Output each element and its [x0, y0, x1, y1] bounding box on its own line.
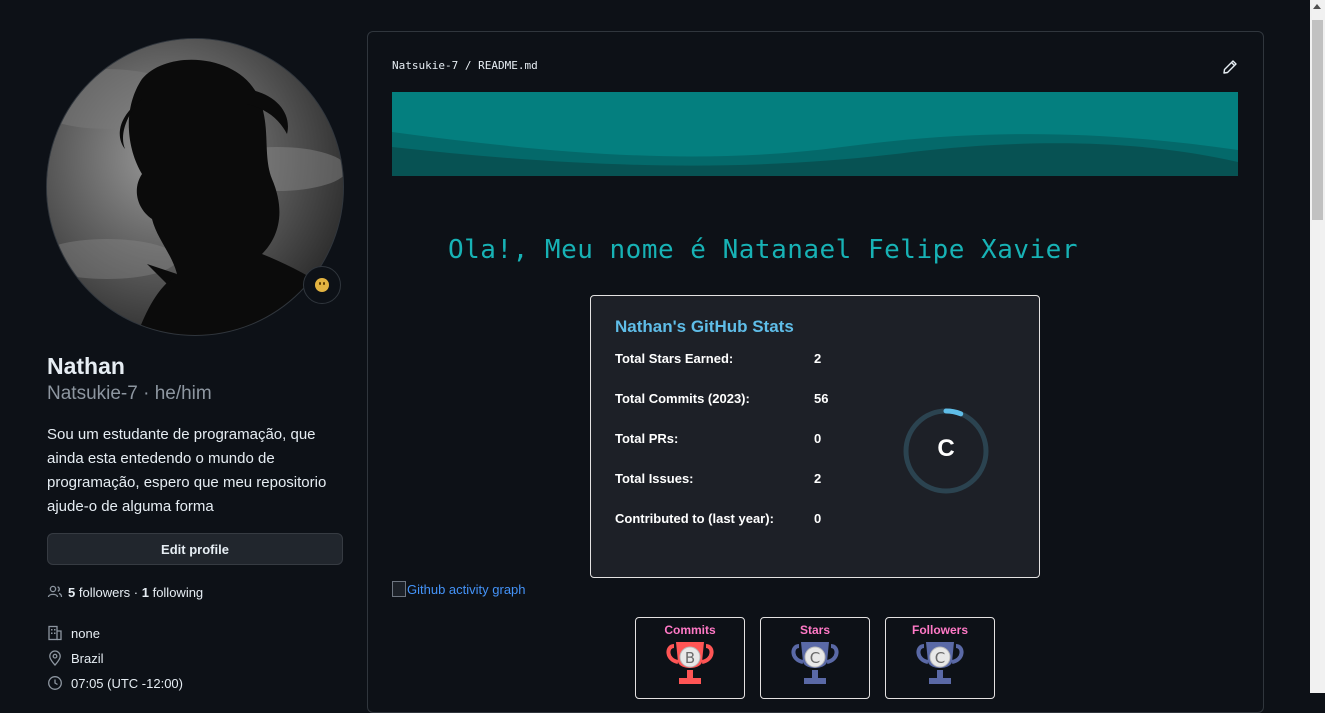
- localtime-row: 07:05 (UTC -12:00): [47, 675, 183, 691]
- stat-value: 2: [814, 471, 822, 486]
- page-scrollbar[interactable]: [1310, 0, 1325, 693]
- scroll-up-arrow-icon[interactable]: [1313, 4, 1321, 9]
- smiley-icon: [315, 278, 329, 292]
- activity-graph-image[interactable]: Github activity graph: [392, 581, 526, 597]
- trophy-label: Stars: [799, 623, 831, 637]
- edit-profile-button[interactable]: Edit profile: [47, 533, 343, 565]
- stat-label: Total PRs:: [615, 431, 679, 446]
- clock-icon: [48, 676, 62, 690]
- localtime-text: 07:05 (UTC -12:00): [71, 675, 183, 691]
- profile-name: Nathan: [47, 353, 125, 379]
- company-row: none: [47, 625, 100, 641]
- readme-card: Natsukie-7 / README.md Ola!, Meu nome é …: [367, 31, 1264, 713]
- organization-icon: [48, 625, 62, 641]
- stat-label: Contributed to (last year):: [615, 511, 774, 526]
- follow-stats: 5 followers · 1 following: [47, 584, 203, 600]
- location-text: Brazil: [71, 650, 104, 666]
- location-icon: [49, 650, 61, 666]
- set-status-button[interactable]: [303, 266, 341, 304]
- rank-letter: C: [937, 435, 955, 462]
- stat-label: Total Commits (2023):: [615, 391, 750, 406]
- avatar-silhouette: [47, 39, 343, 335]
- breadcrumb-owner[interactable]: Natsukie-7: [392, 59, 458, 72]
- following-link[interactable]: 1 following: [142, 585, 203, 600]
- stats-title: Nathan's GitHub Stats: [615, 317, 794, 336]
- stat-label: Total Issues:: [615, 471, 694, 486]
- trophy-grade: C: [934, 649, 946, 667]
- trophy-followers: Followers C: [885, 617, 995, 699]
- stat-value: 2: [814, 351, 822, 366]
- stat-value: 0: [814, 431, 822, 446]
- followers-label: followers: [78, 584, 131, 600]
- trophy-commits: Commits B: [635, 617, 745, 699]
- trophy-stars: Stars C: [760, 617, 870, 699]
- profile-avatar[interactable]: [46, 38, 344, 336]
- profile-login: Natsukie-7 · he/him: [47, 383, 212, 404]
- trophy-grade: C: [809, 649, 821, 667]
- follow-separator: ·: [130, 584, 142, 600]
- stat-value: 0: [814, 511, 822, 526]
- company-text: none: [71, 625, 100, 641]
- github-stats-card: Nathan's GitHub Stats Total Stars Earned…: [590, 295, 1040, 578]
- breadcrumb-separator: /: [458, 59, 479, 72]
- header-wave-banner: [392, 92, 1238, 176]
- followers-link[interactable]: 5 followers: [68, 585, 130, 600]
- stat-value: 56: [814, 391, 829, 406]
- edit-readme-pencil-icon[interactable]: [1222, 59, 1238, 75]
- stat-label: Total Stars Earned:: [615, 351, 734, 366]
- activity-graph-alt: Github activity graph: [407, 581, 526, 597]
- followers-count: 5: [68, 584, 76, 600]
- trophy-label: Commits: [664, 623, 716, 637]
- trophy-label: Followers: [911, 623, 968, 637]
- following-label: following: [152, 584, 204, 600]
- trophy-grade: B: [684, 649, 696, 667]
- scrollbar-thumb[interactable]: [1312, 20, 1323, 220]
- people-icon: [47, 585, 63, 598]
- following-count: 1: [141, 584, 149, 600]
- profile-bio: Sou um estudante de programação, que ain…: [47, 426, 327, 515]
- broken-image-icon: [392, 581, 406, 597]
- location-row: Brazil: [47, 650, 104, 666]
- breadcrumb: Natsukie-7 / README.md: [392, 59, 538, 72]
- breadcrumb-file[interactable]: README.md: [478, 59, 538, 72]
- readme-headline: Ola!, Meu nome é Natanael Felipe Xavier: [448, 235, 1078, 265]
